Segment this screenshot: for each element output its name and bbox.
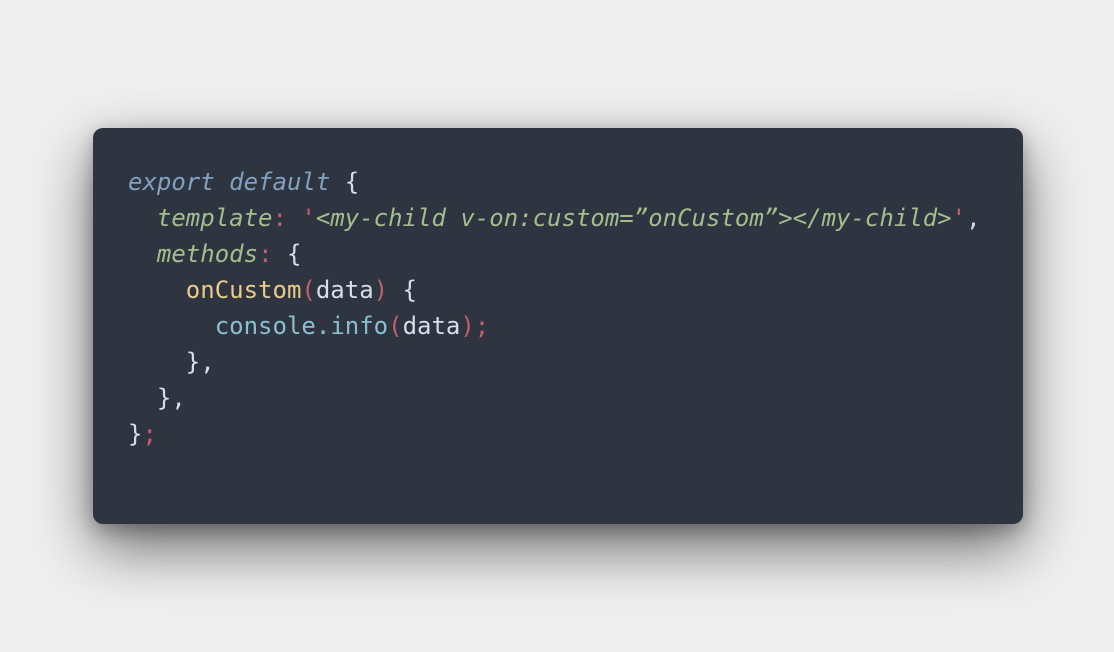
string-quote-open: ' bbox=[301, 204, 316, 232]
console-object: console bbox=[214, 312, 316, 340]
comma: , bbox=[966, 204, 981, 232]
call-end: ); bbox=[460, 312, 490, 340]
open-brace: { bbox=[344, 168, 360, 196]
colon: : bbox=[272, 204, 287, 232]
code-line: onCustom(data) { bbox=[128, 272, 1023, 308]
paren-close: ) bbox=[373, 276, 389, 304]
close-brace-comma: }, bbox=[185, 348, 215, 376]
code-snippet-card: export default { template: '<my-child v-… bbox=[93, 128, 1023, 524]
keyword-default: default bbox=[229, 168, 331, 196]
code-line: }; bbox=[128, 416, 1023, 452]
open-brace: { bbox=[286, 240, 302, 268]
code-block: export default { template: '<my-child v-… bbox=[128, 164, 1023, 452]
string-quote-close: ' bbox=[951, 204, 967, 232]
property-methods: methods bbox=[156, 240, 259, 268]
code-line: methods: { bbox=[128, 236, 1023, 272]
method-info: info bbox=[330, 312, 389, 340]
keyword-export: export bbox=[128, 168, 215, 196]
code-line: console.info(data); bbox=[128, 308, 1023, 344]
close-brace: } bbox=[128, 420, 143, 448]
close-brace-comma: }, bbox=[156, 384, 186, 412]
code-line: }, bbox=[128, 380, 1023, 416]
colon: : bbox=[258, 240, 273, 268]
semicolon: ; bbox=[142, 420, 157, 448]
open-brace: { bbox=[402, 276, 417, 304]
template-string: <my-child v-on:custom=”onCustom”></my-ch… bbox=[315, 204, 952, 232]
member-dot: . bbox=[315, 312, 331, 340]
argument-data: data bbox=[402, 312, 461, 340]
code-line: }, bbox=[128, 344, 1023, 380]
code-line: export default { bbox=[128, 164, 1023, 200]
function-name: onCustom bbox=[185, 276, 302, 304]
param-data: data bbox=[315, 276, 374, 304]
property-template: template bbox=[156, 204, 273, 232]
code-line: template: '<my-child v-on:custom=”onCust… bbox=[128, 200, 1023, 236]
paren-open: ( bbox=[301, 276, 316, 304]
paren-open: ( bbox=[388, 312, 403, 340]
